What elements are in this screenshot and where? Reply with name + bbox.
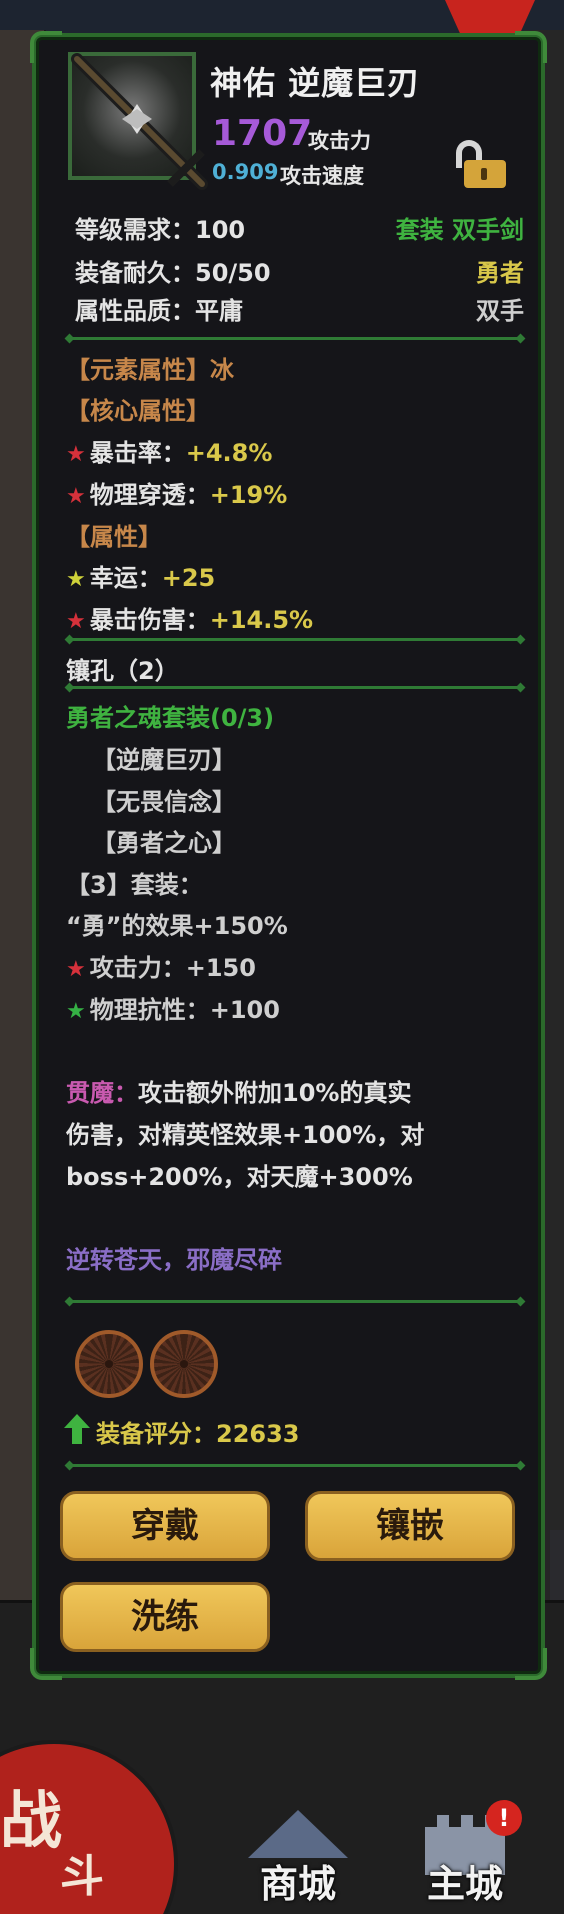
set-bonus-text: 攻击力：+150 [89,954,256,982]
attack-value: 1707 [212,113,313,154]
core-attributes-header: 【核心属性】 [66,397,210,425]
lock-toggle-button[interactable] [456,140,508,188]
divider [70,1464,520,1467]
durability: 装备耐久：50/50 [75,259,271,287]
flavor-text: 逆转苍天，邪魔尽碎 [66,1246,282,1274]
main-city-nav-button[interactable]: ! 主城 [400,1800,530,1914]
battle-label-2: 斗 [60,1851,104,1902]
attr-value: +4.8% [185,439,273,467]
battle-label-1: 战 [0,1784,63,1857]
attr-value: +25 [161,564,216,592]
set-bonus-line: ★ 物理抗性：+100 [66,990,280,1025]
set-piece: 【无畏信念】 [92,788,236,816]
attr-name: 幸运： [89,564,162,592]
attack-speed-label: 攻击速度 [280,164,364,188]
socket-count: 镶孔（2） [66,657,179,685]
special-effect-text: 攻击额外附加10%的真实 [138,1079,412,1107]
item-type: 套装 双手剑 [395,216,524,244]
attr-value: +19% [209,481,288,509]
set-title: 勇者之魂套装(0/3) [66,704,275,732]
core-attribute-row: ★ 暴击率：+4.8% [66,433,272,468]
corner-ornament [515,31,547,63]
star-icon: ★ [66,609,86,634]
attr-value: +14.5% [209,606,314,634]
class-requirement: 勇者 [476,259,524,287]
set-piece: 【勇者之心】 [92,829,236,857]
set-bonus-header: 【3】套装： [66,871,203,899]
equipment-score: 装备评分：22633 [96,1420,300,1448]
level-requirement: 等级需求：100 [75,216,246,244]
divider [70,1300,520,1303]
attack-speed-value: 0.909 [212,160,279,184]
element-attribute: 【元素属性】冰 [66,356,234,384]
attributes-header: 【属性】 [66,523,162,551]
special-effect-name: 贯魔： [66,1079,138,1107]
arrow-up-icon [64,1414,90,1444]
set-piece: 【逆魔巨刃】 [92,746,236,774]
shop-nav-label: 商城 [259,1861,336,1906]
inlay-button[interactable]: 镶嵌 [305,1491,515,1561]
core-attribute-row: ★ 物理穿透：+19% [66,475,287,510]
attribute-row: ★ 幸运：+25 [66,558,215,593]
sword-icon [71,53,208,190]
star-icon: ★ [66,999,86,1024]
divider [70,686,520,689]
refine-button[interactable]: 洗练 [60,1582,270,1652]
set-bonus-line: ★ 攻击力：+150 [66,948,256,983]
corner-ornament [30,1648,62,1680]
item-name: 神佑 逆魔巨刃 [210,64,421,102]
attribute-quality: 属性品质：平庸 [75,297,243,325]
hand-type: 双手 [476,297,524,325]
attribute-row: ★ 暴击伤害：+14.5% [66,600,313,635]
divider [70,337,520,340]
attr-name: 暴击伤害： [89,606,210,634]
corner-ornament [515,1648,547,1680]
item-portrait [68,52,208,190]
star-icon: ★ [66,957,86,982]
star-icon: ★ [66,484,86,509]
set-bonus-text: 物理抗性：+100 [89,996,280,1024]
star-icon: ★ [66,442,86,467]
attack-label: 攻击力 [308,129,371,153]
star-icon: ★ [66,567,86,592]
empty-socket-icon[interactable] [75,1330,143,1398]
attr-name: 暴击率： [89,439,186,467]
set-bonus-line: “勇”的效果+150% [66,912,288,940]
attr-name: 物理穿透： [89,481,210,509]
special-effect-line: 伤害，对精英怪效果+100%，对 [66,1121,425,1149]
special-effect-line: 贯魔：攻击额外附加10%的真实 [66,1073,411,1108]
main-city-nav-label: 主城 [426,1861,503,1906]
shop-nav-button[interactable]: 商城 [233,1800,363,1914]
notification-badge: ! [486,1800,522,1836]
divider [70,638,520,641]
empty-socket-icon[interactable] [150,1330,218,1398]
special-effect-line: boss+200%，对天魔+300% [66,1163,413,1191]
equip-button[interactable]: 穿戴 [60,1491,270,1561]
lock-keyhole [481,168,487,180]
